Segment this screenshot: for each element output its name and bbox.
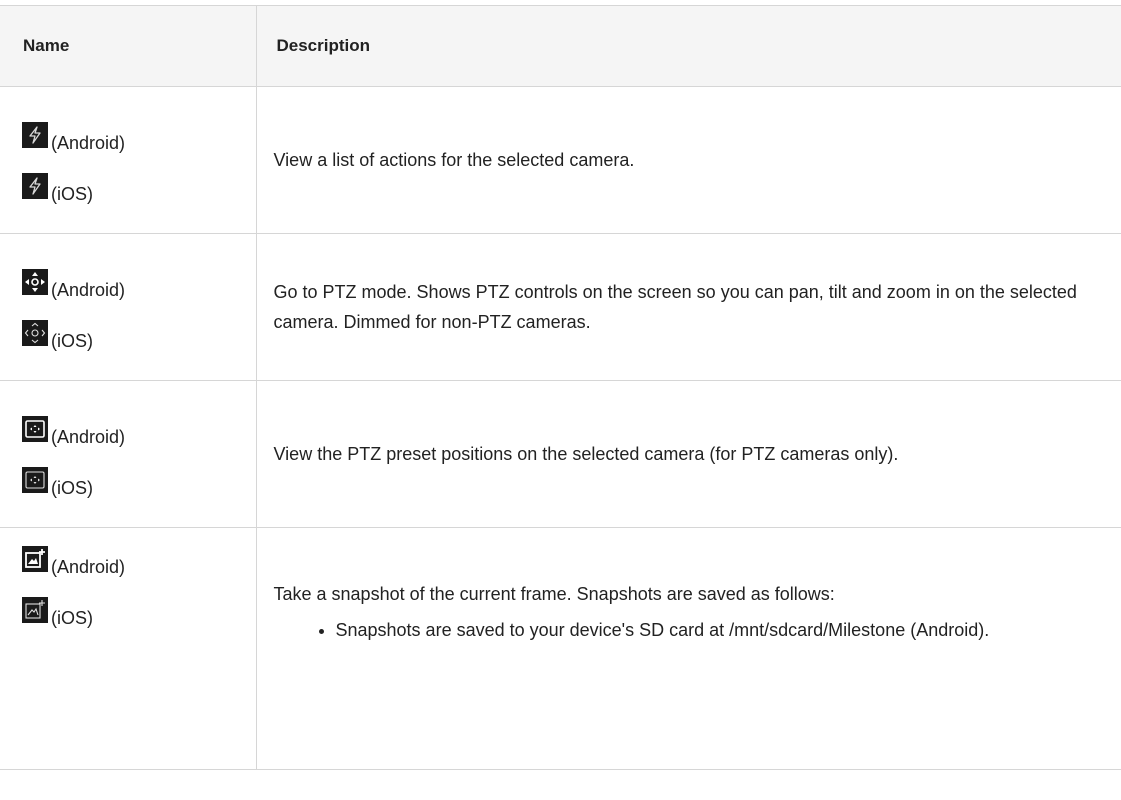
icon-entry: (Android) [22,121,256,153]
icon-entry: (Android) [22,546,256,577]
platform-label: (iOS) [51,608,93,628]
description-text: Take a snapshot of the current frame. Sn… [273,584,835,604]
header-description: Description [255,5,1121,87]
ptz-move-icon [22,268,48,295]
icon-entry: (iOS) [22,172,256,204]
ptz-move-icon [22,319,48,346]
table-row: (Android) (iOS) Go to PTZ mode. Shows PT… [0,233,1121,381]
table-header-row: Name Description [0,5,1121,87]
name-cell: (Android) (iOS) [0,233,257,381]
icon-entry: (iOS) [22,597,256,628]
list-item: Snapshots are saved to your device's SD … [336,615,1102,645]
platform-label: (Android) [51,557,126,577]
description-text: View a list of actions for the selected … [273,150,635,170]
actions-table: Name Description (Android) (iOS) View a … [0,5,1121,770]
name-cell: (Android) (iOS) [0,86,257,234]
platform-label: (iOS) [51,183,93,204]
lightning-icon [22,121,48,148]
icon-entry: (iOS) [22,319,256,351]
description-text: Go to PTZ mode. Shows PTZ controls on th… [273,282,1077,332]
platform-label: (iOS) [51,477,93,498]
platform-label: (Android) [51,279,126,300]
ptz-preset-icon [22,415,48,442]
table-row: (Android) (iOS) View a list of actions f… [0,86,1121,234]
description-cell: View the PTZ preset positions on the sel… [255,380,1121,528]
icon-entry: (iOS) [22,466,256,498]
snapshot-icon [22,597,48,623]
description-cell: Go to PTZ mode. Shows PTZ controls on th… [255,233,1121,381]
description-cell: Take a snapshot of the current frame. Sn… [255,527,1121,770]
platform-label: (Android) [51,426,126,447]
table-row: (Android) (iOS) Take a snapshot of the c… [0,527,1121,770]
description-text: View the PTZ preset positions on the sel… [273,444,899,464]
lightning-icon [22,172,48,199]
icon-entry: (Android) [22,415,256,447]
icon-entry: (Android) [22,268,256,300]
name-cell: (Android) (iOS) [0,527,257,770]
bullet-list: Snapshots are saved to your device's SD … [274,615,1102,645]
table-row: (Android) (iOS) View the PTZ preset posi… [0,380,1121,528]
description-cell: View a list of actions for the selected … [255,86,1121,234]
snapshot-icon [22,546,48,572]
platform-label: (iOS) [51,330,93,351]
platform-label: (Android) [51,132,126,153]
ptz-preset-icon [22,466,48,493]
header-name: Name [0,5,257,87]
name-cell: (Android) (iOS) [0,380,257,528]
